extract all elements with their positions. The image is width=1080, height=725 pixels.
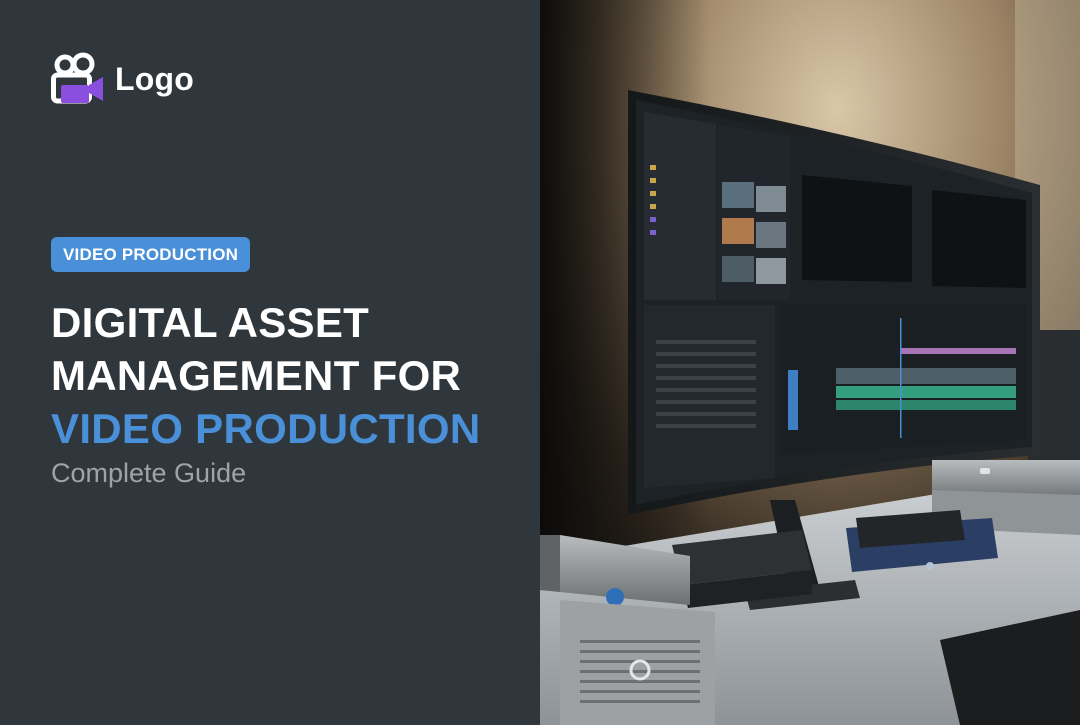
video-camera-icon [51, 52, 103, 104]
page-title: DIGITAL ASSET MANAGEMENT FOR VIDEO PRODU… [51, 296, 521, 455]
logo-text: Logo [115, 61, 194, 97]
subtitle: Complete Guide [51, 458, 247, 488]
logo[interactable]: Logo [51, 52, 194, 106]
title-line-2: MANAGEMENT FOR [51, 352, 462, 399]
photo-illustration [540, 0, 1080, 725]
category-tag[interactable]: VIDEO PRODUCTION [51, 237, 251, 272]
title-line-1: DIGITAL ASSET [51, 299, 370, 346]
hero-photo [540, 0, 1080, 725]
title-accent: VIDEO PRODUCTION [51, 405, 481, 452]
hero-banner: Logo VIDEO PRODUCTION DIGITAL ASSET MANA… [0, 0, 1080, 725]
text-panel: Logo VIDEO PRODUCTION DIGITAL ASSET MANA… [0, 0, 540, 725]
